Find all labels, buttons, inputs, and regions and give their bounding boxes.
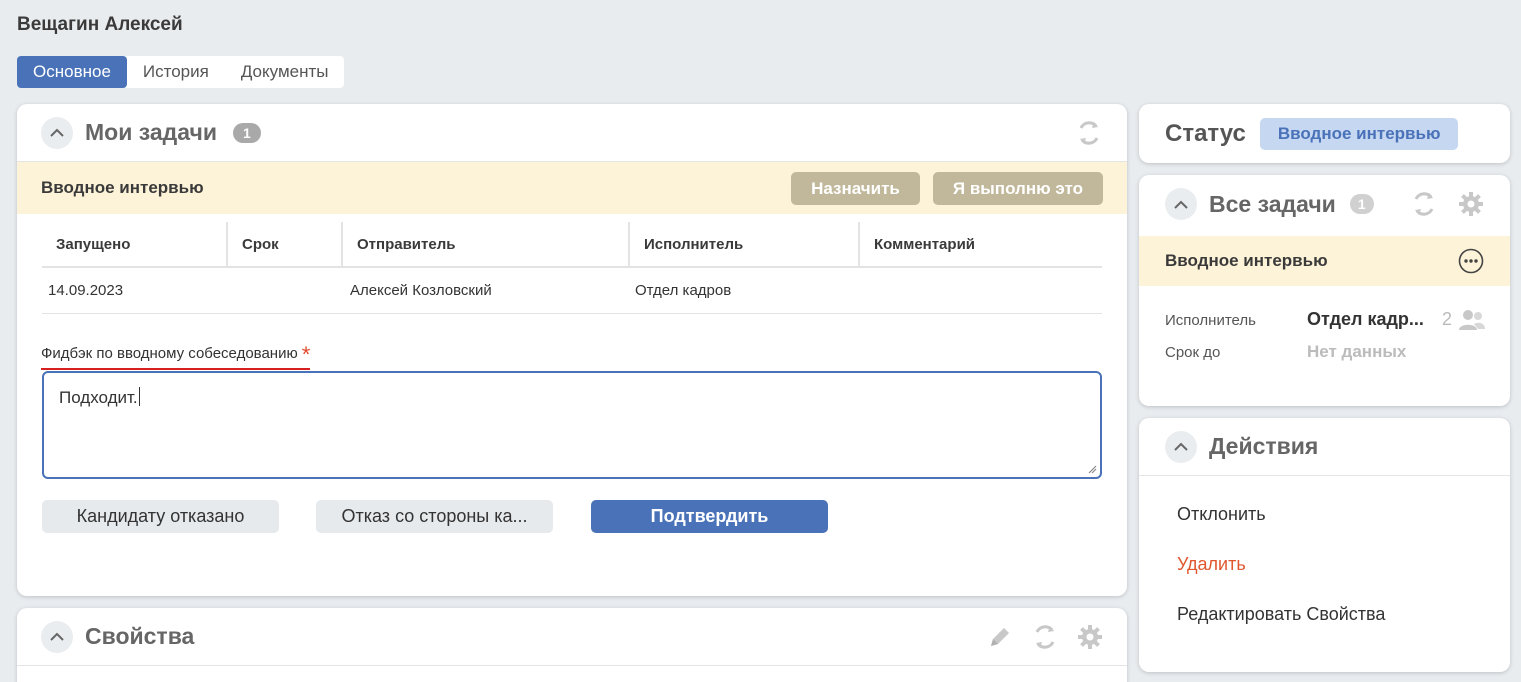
tasks-table: Запущено Срок Отправитель Исполнитель Ко… [42,222,1102,314]
column-header[interactable]: Исполнитель [628,222,859,268]
tab-bar: Основное История Документы [17,56,345,88]
tab-history[interactable]: История [127,56,225,88]
table-header-row: Запущено Срок Отправитель Исполнитель Ко… [42,222,1102,268]
properties-title: Свойства [85,623,195,649]
task-band: Вводное интервью Назначить Я выполню это [17,162,1127,214]
collapse-button[interactable] [1165,188,1197,220]
all-tasks-card: Все задачи 1 Вводное интервью Исполнител… [1139,175,1510,406]
all-tasks-header: Все задачи 1 [1139,175,1510,233]
candidate-refused-button[interactable]: Отказ со стороны ка... [316,500,553,533]
refresh-icon[interactable] [1075,119,1103,147]
users-icon [1459,310,1485,330]
candidate-rejected-button[interactable]: Кандидату отказано [42,500,279,533]
refresh-icon[interactable] [1031,623,1059,651]
actions-title: Действия [1209,433,1319,459]
feedback-textarea[interactable]: Подходит. [42,371,1102,479]
column-header[interactable]: Отправитель [341,222,629,268]
refresh-icon[interactable] [1410,190,1438,218]
feedback-label-text: Фидбэк по вводному собеседованию [41,345,298,362]
chevron-up-icon [1174,442,1188,451]
take-task-button[interactable]: Я выполню это [932,171,1103,205]
assignee-count: 2 [1442,309,1453,329]
required-mark: * [301,342,311,367]
cell-comment [859,267,1102,314]
edit-properties-action[interactable]: Редактировать Свойства [1177,604,1385,625]
reject-action[interactable]: Отклонить [1177,504,1266,525]
properties-card: Свойства [17,608,1127,682]
due-value: Нет данных [1307,342,1407,361]
collapse-button[interactable] [1165,430,1197,463]
column-header[interactable]: Запущено [42,222,227,268]
page-title: Вещагин Алексей [17,14,183,35]
gear-icon[interactable] [1077,624,1103,650]
my-tasks-title: Мои задачи [85,119,217,145]
chevron-up-icon [1174,200,1188,209]
status-card: Статус Вводное интервью [1139,104,1510,163]
actions-card: Действия Отклонить Удалить Редактировать… [1139,418,1510,672]
my-tasks-count-badge: 1 [232,122,261,143]
table-row[interactable]: 14.09.2023 Алексей Козловский Отдел кадр… [42,267,1102,314]
assignee-label: Исполнитель [1165,312,1256,329]
tab-main[interactable]: Основное [17,56,127,88]
properties-header: Свойства [17,608,1127,666]
more-options-icon[interactable] [1458,248,1484,274]
collapse-button[interactable] [41,620,73,653]
assignee-value[interactable]: Отдел кадр... [1307,309,1424,330]
collapse-button[interactable] [41,116,73,149]
cell-sender: Алексей Козловский [342,267,629,314]
status-badge: Вводное интервью [1259,117,1459,150]
gear-icon[interactable] [1458,191,1484,217]
assign-button[interactable]: Назначить [791,171,920,205]
cell-assignee: Отдел кадров [629,267,859,314]
cell-due [227,267,342,314]
due-label: Срок до [1165,344,1221,361]
feedback-text: Подходит. [59,388,138,407]
all-tasks-item-title: Вводное интервью [1165,251,1328,270]
task-title: Вводное интервью [41,178,204,197]
all-tasks-item[interactable]: Вводное интервью [1139,236,1510,286]
chevron-up-icon [50,128,64,137]
tab-documents[interactable]: Документы [225,56,345,88]
my-tasks-header: Мои задачи 1 [17,104,1127,162]
all-tasks-title: Все задачи [1209,190,1336,217]
chevron-up-icon [50,632,64,641]
column-header[interactable]: Комментарий [858,222,1102,268]
delete-action[interactable]: Удалить [1177,554,1246,575]
feedback-label: Фидбэк по вводному собеседованию * [41,338,311,370]
cell-started: 14.09.2023 [42,267,227,314]
confirm-button[interactable]: Подтвердить [591,500,828,533]
all-tasks-count-badge: 1 [1349,194,1374,214]
status-label: Статус [1165,119,1246,147]
pencil-icon[interactable] [987,624,1013,650]
actions-header: Действия [1139,418,1510,476]
column-header[interactable]: Срок [226,222,342,268]
resize-handle-icon[interactable] [1087,464,1097,474]
